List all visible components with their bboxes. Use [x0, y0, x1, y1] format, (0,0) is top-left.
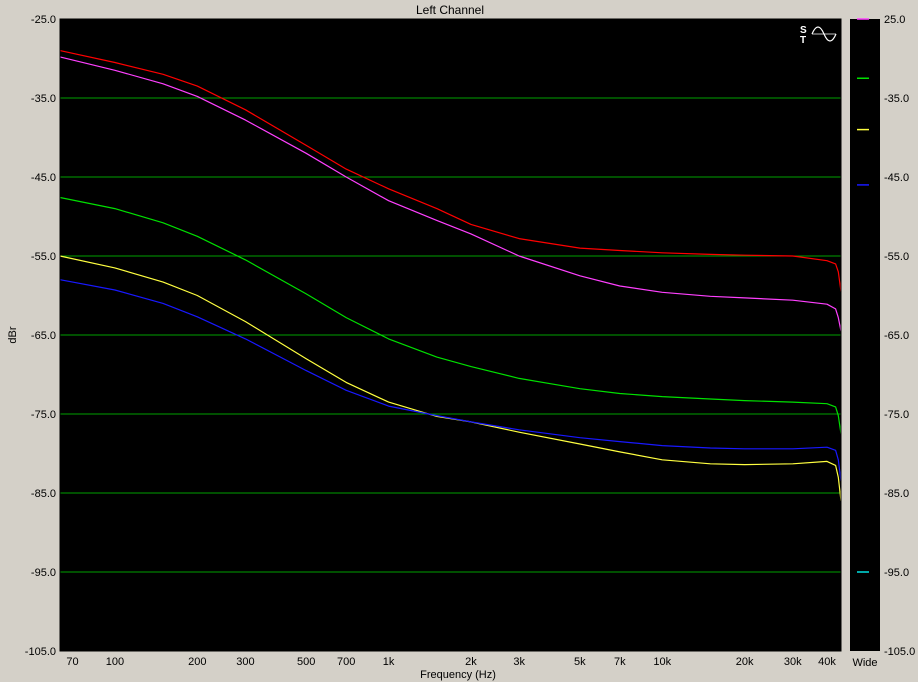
right-tick-label: -65.0: [884, 330, 909, 342]
x-axis-label: Frequency (Hz): [420, 669, 496, 681]
right-strip[interactable]: [850, 19, 880, 651]
y-tick-label: -35.0: [31, 93, 56, 105]
x-tick-label: 2k: [465, 656, 477, 668]
y-tick-label: -65.0: [31, 330, 56, 342]
right-tick-label: -95.0: [884, 567, 909, 579]
right-tick-label: -45.0: [884, 172, 909, 184]
bandwidth-label: Wide: [852, 657, 877, 669]
x-tick-label: 30k: [784, 656, 802, 668]
y-tick-label: -25.0: [31, 14, 56, 26]
x-tick-label: 7k: [614, 656, 626, 668]
x-tick-label: 10k: [653, 656, 671, 668]
x-tick-label: 20k: [736, 656, 754, 668]
x-tick-label: 3k: [513, 656, 525, 668]
x-tick-label: 5k: [574, 656, 586, 668]
right-tick-label: -105.0: [884, 646, 915, 658]
right-tick-label: -75.0: [884, 409, 909, 421]
y-tick-label: -85.0: [31, 488, 56, 500]
x-tick-label: 70: [66, 656, 78, 668]
right-tick-label: -35.0: [884, 93, 909, 105]
y-tick-label: -75.0: [31, 409, 56, 421]
right-tick-labels: 25.0 -35.0 -45.0 -55.0 -65.0 -75.0 -85.0 -95.0 -…: [884, 14, 915, 658]
chart-title: Left Channel: [416, 3, 484, 17]
y-tick-labels: -25.0 -35.0 -45.0 -55.0 -65.0 -75.0 -85.0 -95.0…: [25, 14, 56, 658]
chart: Left Channel dBr Frequency (Hz) 70 100 200…: [7, 3, 915, 681]
x-tick-label: 500: [297, 656, 315, 668]
x-tick-labels: 70 100 200 300 500 700 1k 2k 3k 5k 7k 10k 20k 30k 40k: [66, 656, 836, 668]
x-tick-label: 700: [337, 656, 355, 668]
right-tick-label: -85.0: [884, 488, 909, 500]
x-tick-label: 200: [188, 656, 206, 668]
ap-logo-icon: S T: [800, 25, 807, 46]
x-tick-label: 100: [106, 656, 124, 668]
x-tick-label: 300: [236, 656, 254, 668]
right-tick-label: 25.0: [884, 14, 905, 26]
svg-text:T: T: [800, 35, 806, 46]
right-tick-label: -55.0: [884, 251, 909, 263]
x-tick-label: 1k: [383, 656, 395, 668]
y-tick-label: -55.0: [31, 251, 56, 263]
y-tick-label: -45.0: [31, 172, 56, 184]
x-tick-label: 40k: [818, 656, 836, 668]
y-axis-label: dBr: [7, 326, 19, 343]
y-tick-label: -95.0: [31, 567, 56, 579]
y-tick-label: -105.0: [25, 646, 56, 658]
